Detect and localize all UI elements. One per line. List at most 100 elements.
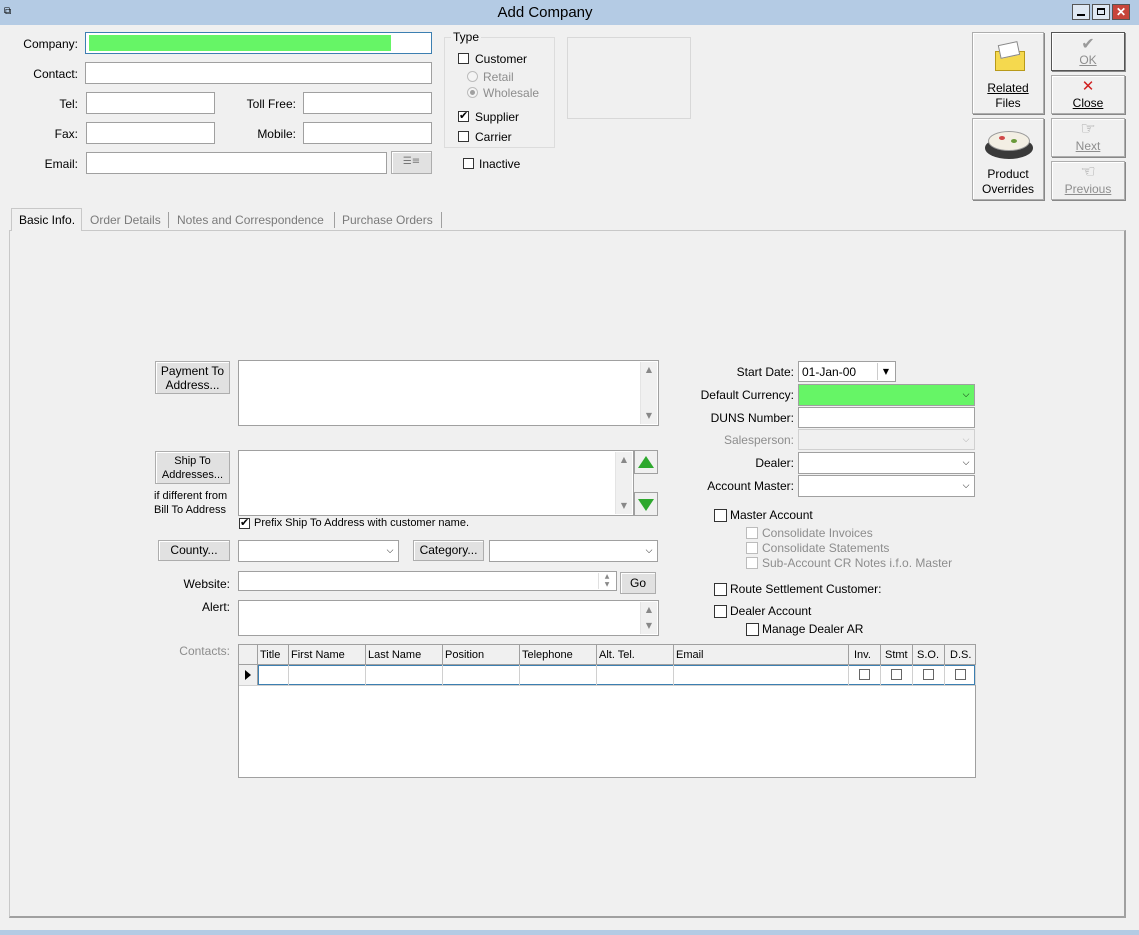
supplier-label: Supplier bbox=[475, 110, 520, 124]
category-select[interactable]: ⌵ bbox=[489, 540, 658, 562]
tab-notes-correspondence[interactable]: Notes and Correspondence bbox=[177, 210, 324, 230]
table-row[interactable] bbox=[239, 665, 976, 686]
manage-dealer-ar-checkbox[interactable] bbox=[746, 623, 759, 636]
route-settlement-label: Route Settlement Customer: bbox=[730, 582, 882, 596]
previous-button[interactable]: ☜ Previous bbox=[1051, 161, 1125, 200]
product-overrides-label-1: Product bbox=[987, 167, 1029, 181]
col-header-ds[interactable]: D.S. bbox=[945, 645, 976, 665]
cell-email[interactable] bbox=[674, 665, 849, 685]
prefix-ship-to-label: Prefix Ship To Address with customer nam… bbox=[254, 517, 470, 529]
default-currency-select[interactable]: ⌵ bbox=[798, 384, 975, 406]
wholesale-radio[interactable] bbox=[467, 87, 478, 98]
minimize-button[interactable] bbox=[1072, 4, 1090, 20]
cell-first-name[interactable] bbox=[289, 665, 366, 685]
consolidate-statements-checkbox[interactable] bbox=[746, 542, 758, 554]
retail-radio[interactable] bbox=[467, 71, 478, 82]
website-field[interactable]: ▲ ▼ bbox=[238, 571, 617, 591]
ok-button[interactable]: ✔ OK bbox=[1051, 32, 1125, 71]
pointing-hand-right-icon: ☞ bbox=[1080, 119, 1096, 139]
inactive-label: Inactive bbox=[479, 157, 521, 171]
ship-to-next-button[interactable] bbox=[634, 492, 658, 516]
product-overrides-button[interactable]: Product Overrides bbox=[972, 118, 1044, 200]
payment-address-scrollbar[interactable]: ▲ ▼ bbox=[640, 362, 657, 424]
ship-to-scrollbar[interactable]: ▲ ▼ bbox=[615, 452, 632, 514]
maximize-button[interactable] bbox=[1092, 4, 1110, 20]
start-date-picker[interactable]: 01-Jan-00 ▼ bbox=[798, 361, 896, 382]
cell-alt-tel[interactable] bbox=[597, 665, 674, 685]
consolidate-invoices-checkbox[interactable] bbox=[746, 527, 758, 539]
company-logo-placeholder[interactable] bbox=[567, 37, 691, 119]
related-files-button[interactable]: Related Files bbox=[972, 32, 1044, 114]
dealer-account-checkbox[interactable] bbox=[714, 605, 727, 618]
supplier-checkbox[interactable] bbox=[458, 109, 469, 122]
website-spinner[interactable]: ▲ ▼ bbox=[598, 573, 615, 589]
tollfree-field[interactable] bbox=[303, 92, 432, 114]
customer-checkbox[interactable] bbox=[458, 53, 469, 64]
cell-telephone[interactable] bbox=[520, 665, 597, 685]
date-dropdown-icon[interactable]: ▼ bbox=[877, 363, 894, 380]
category-button[interactable]: Category... bbox=[413, 540, 484, 561]
duns-field[interactable] bbox=[798, 407, 975, 428]
website-go-button[interactable]: Go bbox=[620, 572, 656, 594]
col-header-last-name[interactable]: Last Name bbox=[366, 645, 443, 665]
payment-address-textarea[interactable]: ▲ ▼ bbox=[238, 360, 659, 426]
company-field[interactable] bbox=[85, 32, 432, 54]
col-header-inv[interactable]: Inv. bbox=[849, 645, 881, 665]
tab-basic-info[interactable]: Basic Info. bbox=[11, 208, 82, 231]
cell-position[interactable] bbox=[443, 665, 520, 685]
col-header-first-name[interactable]: First Name bbox=[289, 645, 366, 665]
tab-order-details[interactable]: Order Details bbox=[90, 210, 161, 230]
dealer-select[interactable]: ⌵ bbox=[798, 452, 975, 474]
county-button[interactable]: County... bbox=[158, 540, 230, 561]
col-header-telephone[interactable]: Telephone bbox=[520, 645, 597, 665]
customer-label: Customer bbox=[475, 52, 528, 66]
col-header-stmt[interactable]: Stmt bbox=[881, 645, 913, 665]
mobile-field[interactable] bbox=[303, 122, 432, 144]
fax-field[interactable] bbox=[86, 122, 215, 144]
retail-label: Retail bbox=[483, 70, 514, 84]
scroll-up-icon: ▲ bbox=[645, 365, 653, 374]
payment-to-address-button[interactable]: Payment To Address... bbox=[155, 361, 230, 394]
col-header-alt-tel[interactable]: Alt. Tel. bbox=[597, 645, 674, 665]
ship-to-prev-button[interactable] bbox=[634, 450, 658, 474]
col-header-email[interactable]: Email bbox=[674, 645, 849, 665]
close-window-button[interactable]: ✕ bbox=[1112, 4, 1130, 20]
tel-field[interactable] bbox=[86, 92, 215, 114]
cell-title[interactable] bbox=[258, 665, 289, 685]
row-indicator bbox=[239, 665, 258, 685]
route-settlement-checkbox[interactable] bbox=[714, 583, 727, 596]
contact-field[interactable] bbox=[85, 62, 432, 84]
ship-to-nav-panel bbox=[634, 450, 658, 516]
contacts-grid[interactable]: Title First Name Last Name Position Tele… bbox=[238, 644, 976, 778]
cell-last-name[interactable] bbox=[366, 665, 443, 685]
col-header-title[interactable]: Title bbox=[258, 645, 289, 665]
tab-separator bbox=[168, 212, 169, 228]
alert-label: Alert: bbox=[201, 600, 230, 614]
subaccount-cr-checkbox[interactable] bbox=[746, 557, 758, 569]
alert-textarea[interactable]: ▲ ▼ bbox=[238, 600, 659, 636]
inv-checkbox[interactable] bbox=[859, 669, 870, 680]
prefix-ship-to-checkbox[interactable] bbox=[239, 516, 250, 529]
stmt-checkbox[interactable] bbox=[891, 669, 902, 680]
inactive-checkbox[interactable] bbox=[463, 158, 474, 169]
ds-checkbox[interactable] bbox=[955, 669, 966, 680]
email-label: Email: bbox=[44, 157, 78, 171]
account-master-select[interactable]: ⌵ bbox=[798, 475, 975, 497]
col-header-so[interactable]: S.O. bbox=[913, 645, 945, 665]
county-select[interactable]: ⌵ bbox=[238, 540, 399, 562]
green-up-arrow-icon bbox=[638, 456, 654, 468]
master-account-checkbox[interactable] bbox=[714, 509, 727, 522]
pointing-hand-left-icon: ☜ bbox=[1080, 162, 1096, 182]
next-button[interactable]: ☞ Next bbox=[1051, 118, 1125, 157]
email-field[interactable] bbox=[86, 152, 387, 174]
so-checkbox[interactable] bbox=[923, 669, 934, 680]
col-header-position[interactable]: Position bbox=[443, 645, 520, 665]
ship-to-addresses-button[interactable]: Ship To Addresses... bbox=[155, 451, 230, 484]
tab-purchase-orders[interactable]: Purchase Orders bbox=[342, 210, 433, 230]
ship-to-address-textarea[interactable]: ▲ ▼ bbox=[238, 450, 634, 516]
close-button[interactable]: ✕ Close bbox=[1051, 75, 1125, 114]
carrier-checkbox[interactable] bbox=[458, 131, 469, 142]
alert-scrollbar[interactable]: ▲ ▼ bbox=[640, 602, 657, 634]
compose-email-button[interactable]: ☰≡ bbox=[391, 151, 432, 174]
salesperson-select[interactable]: ⌵ bbox=[798, 429, 975, 450]
